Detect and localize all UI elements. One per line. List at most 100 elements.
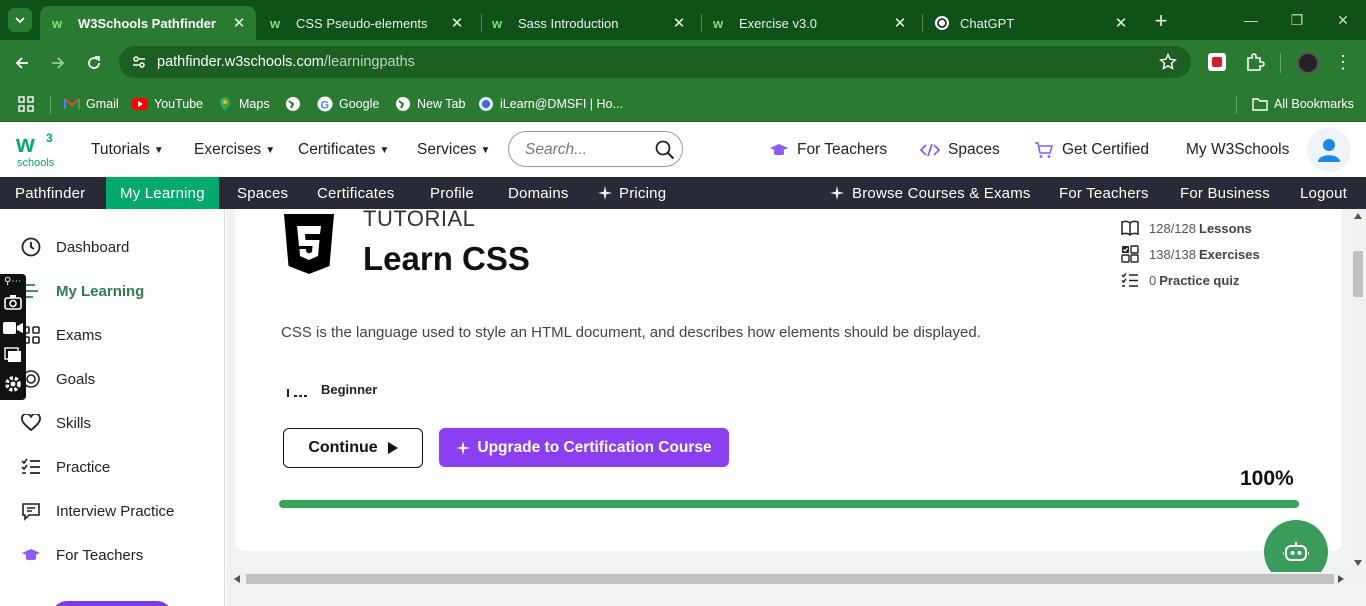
bookmark-globe[interactable]: [285, 92, 307, 116]
video-camera-icon[interactable]: [3, 321, 23, 335]
tab-css-pseudo-elements[interactable]: w CSS Pseudo-elements ✕: [258, 6, 474, 40]
stat-practice-quiz: 0 Practice quiz: [1121, 271, 1239, 289]
close-tab-icon[interactable]: ✕: [891, 14, 909, 32]
nav-spaces[interactable]: Spaces: [920, 141, 1000, 159]
darknav-for-teachers[interactable]: For Teachers: [1059, 177, 1149, 209]
window-capture-icon[interactable]: [4, 347, 22, 363]
stat-lessons: 128/128 Lessons: [1121, 219, 1252, 237]
camera-icon[interactable]: [4, 294, 22, 310]
sidebar-item-exams[interactable]: Exams: [20, 322, 102, 348]
darknav-label: Browse Courses & Exams: [852, 184, 1031, 202]
w3schools-logo[interactable]: w 3 schools: [16, 128, 62, 174]
bookmark-google[interactable]: G Google: [317, 92, 379, 116]
new-tab-button[interactable]: +: [1148, 8, 1174, 34]
darknav-pricing[interactable]: Pricing: [598, 177, 666, 209]
apps-grid-icon[interactable]: [18, 96, 34, 112]
darknav-for-business[interactable]: For Business: [1180, 177, 1270, 209]
bookmark-new-tab[interactable]: New Tab: [395, 92, 465, 116]
nav-certificates[interactable]: Certificates ▼: [298, 141, 389, 159]
address-bar[interactable]: pathfinder.w3schools.com/learningpaths: [119, 46, 1191, 78]
nav-my-w3schools[interactable]: My W3Schools: [1186, 141, 1289, 159]
stat-value: 138/138: [1149, 246, 1196, 262]
sidebar-item-goals[interactable]: Goals: [20, 366, 95, 392]
darknav-my-learning[interactable]: My Learning: [106, 177, 219, 209]
settings-gear-icon[interactable]: [3, 374, 23, 394]
horizontal-scroll-thumb[interactable]: [246, 574, 1334, 584]
browser-menu-icon[interactable]: ⋮: [1334, 51, 1352, 73]
sidebar-item-interview-practice[interactable]: Interview Practice: [20, 498, 174, 524]
site-info-icon[interactable]: [131, 54, 147, 70]
forward-button[interactable]: [43, 48, 73, 78]
close-tab-icon[interactable]: ✕: [230, 14, 248, 32]
bookmark-star-icon[interactable]: [1159, 53, 1177, 71]
bookmark-youtube[interactable]: YouTube: [132, 92, 203, 116]
svg-text:w: w: [52, 16, 63, 30]
scroll-right-icon[interactable]: [1338, 575, 1344, 583]
sidebar-upgrade-button[interactable]: [52, 601, 172, 606]
tab-exercise-v3[interactable]: w Exercise v3.0 ✕: [701, 6, 917, 40]
tab-sass-introduction[interactable]: w Sass Introduction ✕: [480, 6, 696, 40]
level-indicator: Beginner: [286, 382, 377, 397]
course-description: CSS is the language used to style an HTM…: [281, 324, 981, 341]
sidebar-item-for-teachers[interactable]: For Teachers: [20, 542, 143, 568]
extension-badge-icon[interactable]: [1208, 53, 1226, 71]
search-input[interactable]: Search...: [508, 131, 683, 167]
scroll-left-icon[interactable]: [234, 575, 240, 583]
user-avatar-button[interactable]: [1307, 128, 1351, 172]
darknav-logout[interactable]: Logout: [1300, 177, 1347, 209]
nav-get-certified[interactable]: Get Certified: [1034, 141, 1149, 159]
darknav-pathfinder[interactable]: Pathfinder: [15, 177, 85, 209]
back-button[interactable]: [7, 48, 37, 78]
darknav-domains[interactable]: Domains: [508, 177, 569, 209]
extensions-puzzle-icon[interactable]: [1245, 52, 1265, 72]
bookmark-ilearn[interactable]: iLearn@DMSFI | Ho...: [478, 92, 623, 116]
google-icon: G: [317, 96, 333, 112]
search-icon[interactable]: [655, 140, 675, 160]
continue-button[interactable]: Continue: [283, 428, 423, 468]
all-bookmarks-button[interactable]: All Bookmarks: [1252, 92, 1354, 116]
close-tab-icon[interactable]: ✕: [670, 14, 688, 32]
tab-title: W3Schools Pathfinder: [78, 15, 216, 31]
list-check-icon: [20, 456, 42, 478]
nav-label: Services: [417, 141, 477, 158]
bookmark-maps[interactable]: Maps: [217, 92, 270, 116]
nav-tutorials[interactable]: Tutorials ▼: [91, 141, 164, 159]
close-tab-icon[interactable]: ✕: [1112, 14, 1130, 32]
scroll-down-icon[interactable]: [1354, 560, 1362, 566]
nav-services[interactable]: Services ▼: [417, 141, 490, 159]
reload-icon: [88, 56, 100, 69]
upgrade-certification-button[interactable]: Upgrade to Certification Course: [439, 428, 729, 467]
sidebar-item-dashboard[interactable]: Dashboard: [20, 234, 129, 260]
sidebar-item-practice[interactable]: Practice: [20, 454, 110, 480]
w3schools-icon: w: [713, 15, 729, 31]
bookmark-label: All Bookmarks: [1274, 97, 1354, 111]
minimize-icon[interactable]: —: [1236, 8, 1266, 32]
sidebar-item-skills[interactable]: Skills: [20, 410, 91, 436]
darknav-spaces[interactable]: Spaces: [237, 177, 288, 209]
level-bars-icon: [286, 383, 308, 397]
darknav-profile[interactable]: Profile: [430, 177, 474, 209]
profile-avatar[interactable]: [1297, 52, 1319, 74]
tab-w3schools-pathfinder[interactable]: w W3Schools Pathfinder ✕: [40, 6, 256, 40]
vertical-scrollbar[interactable]: [1350, 209, 1366, 572]
nav-for-teachers[interactable]: For Teachers: [769, 141, 887, 159]
restore-icon[interactable]: ❐: [1282, 8, 1312, 32]
nav-exercises[interactable]: Exercises ▼: [194, 141, 275, 159]
sidebar-item-my-learning[interactable]: My Learning: [20, 278, 144, 304]
darknav-certificates[interactable]: Certificates: [317, 177, 394, 209]
horizontal-scrollbar[interactable]: [226, 572, 1366, 586]
sparkle-icon: [456, 440, 471, 455]
reload-button[interactable]: [79, 48, 109, 78]
tab-search-button[interactable]: [8, 8, 32, 32]
course-title: Learn CSS: [363, 240, 530, 277]
close-window-icon[interactable]: ✕: [1328, 8, 1358, 32]
url-text[interactable]: pathfinder.w3schools.com/learningpaths: [157, 54, 415, 70]
scroll-up-icon[interactable]: [1354, 213, 1362, 219]
more-options-icon[interactable]: ⚲⋯: [4, 276, 21, 287]
tab-chatgpt[interactable]: ChatGPT ✕: [922, 6, 1138, 40]
close-tab-icon[interactable]: ✕: [448, 14, 466, 32]
bookmark-gmail[interactable]: Gmail: [64, 92, 119, 116]
vertical-scroll-thumb[interactable]: [1353, 251, 1363, 297]
w3schools-header: w 3 schools Tutorials ▼ Exercises ▼ Certif…: [0, 122, 1366, 177]
darknav-browse-courses[interactable]: Browse Courses & Exams: [830, 177, 1031, 209]
